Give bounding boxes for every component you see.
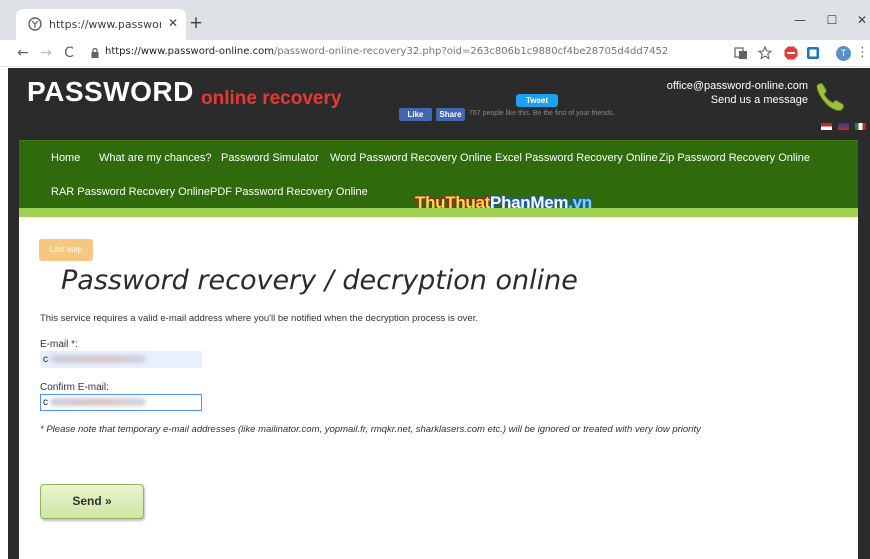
back-button[interactable]: ← [14, 44, 32, 62]
flag-icon[interactable] [855, 123, 867, 130]
browser-tab-bar: https://www.password-online.co ✕ + — ☐ ✕ [0, 0, 870, 40]
logo-main[interactable]: PASSWORD [27, 76, 194, 108]
menu-item-simulator[interactable]: Password Simulator [221, 152, 319, 164]
maximize-button[interactable]: ☐ [822, 10, 842, 30]
temporary-email-note: * Please note that temporary e-mail addr… [40, 424, 701, 435]
facebook-like-text: 767 people like this. Be the first of yo… [469, 110, 615, 117]
email-field[interactable]: c [40, 351, 202, 368]
menu-item-home[interactable]: Home [51, 152, 80, 164]
menu-item-chances[interactable]: What are my chances? [99, 152, 212, 164]
confirm-email-value: c [43, 397, 48, 408]
lock-icon [91, 48, 99, 58]
menu-item-rar[interactable]: RAR Password Recovery Online [51, 186, 210, 198]
web-page: PASSWORD online recovery Like Share 767 … [0, 68, 870, 559]
recovery-form: Last step Password recovery / decryption… [19, 217, 858, 559]
language-flags [821, 123, 867, 131]
browser-menu-icon[interactable]: ⋮ [856, 44, 869, 62]
site-container: PASSWORD online recovery Like Share 767 … [8, 68, 870, 559]
menu-item-excel[interactable]: Excel Password Recovery Online [495, 152, 658, 164]
confirm-email-field[interactable]: c [40, 394, 202, 411]
send-button[interactable]: Send » [40, 484, 144, 519]
site-header: PASSWORD online recovery Like Share 767 … [8, 68, 870, 135]
confirm-email-label: Confirm E-mail: [40, 382, 109, 393]
page-title: Password recovery / decryption online [61, 265, 578, 296]
flag-icon[interactable] [838, 123, 850, 130]
intro-text: This service requires a valid e-mail add… [40, 313, 478, 324]
blurred-email [50, 355, 146, 364]
url-path: /password-online-recovery32.php?oid=263c… [273, 46, 669, 57]
menu-item-pdf[interactable]: PDF Password Recovery Online [210, 186, 368, 198]
browser-toolbar: ← → C https://www.password-online.com/pa… [0, 40, 870, 67]
url-text: https://www.password-online.com/password… [105, 46, 668, 57]
menu-item-word[interactable]: Word Password Recovery Online [330, 152, 492, 164]
phone-icon[interactable] [813, 80, 847, 114]
green-divider [19, 208, 858, 217]
forward-button[interactable]: → [37, 44, 55, 62]
menu-item-zip[interactable]: Zip Password Recovery Online [659, 152, 810, 164]
tweet-button[interactable]: Tweet [516, 94, 558, 107]
blurred-email [50, 398, 146, 407]
address-bar[interactable]: https://www.password-online.com/password… [83, 43, 771, 64]
minimize-button[interactable]: — [790, 10, 810, 30]
profile-icon[interactable]: T [836, 46, 851, 61]
logo-subtitle[interactable]: online recovery [201, 88, 341, 110]
url-host: https://www.password-online.com [105, 46, 274, 57]
close-window-button[interactable]: ✕ [852, 10, 870, 30]
facebook-share-button[interactable]: Share [436, 108, 465, 121]
adblock-icon[interactable] [784, 46, 798, 60]
extension-icon[interactable] [806, 46, 820, 60]
flag-icon[interactable] [821, 123, 832, 130]
email-label: E-mail *: [40, 339, 78, 350]
translate-icon[interactable] [734, 46, 748, 60]
tab-close-icon[interactable]: ✕ [165, 15, 181, 31]
facebook-like-button[interactable]: Like [399, 108, 432, 121]
contact-email[interactable]: office@password-online.com [667, 80, 808, 92]
tab-title: https://www.password-online.co [49, 18, 161, 31]
contact-message-link[interactable]: Send us a message [711, 94, 808, 106]
main-menu: Home What are my chances? Password Simul… [19, 140, 858, 212]
step-badge: Last step [39, 239, 93, 261]
browser-tab[interactable]: https://www.password-online.co ✕ [16, 9, 186, 40]
globe-icon [28, 17, 42, 31]
email-value: c [43, 354, 48, 365]
reload-button[interactable]: C [60, 44, 78, 62]
star-icon[interactable] [758, 46, 772, 60]
new-tab-button[interactable]: + [187, 14, 205, 32]
